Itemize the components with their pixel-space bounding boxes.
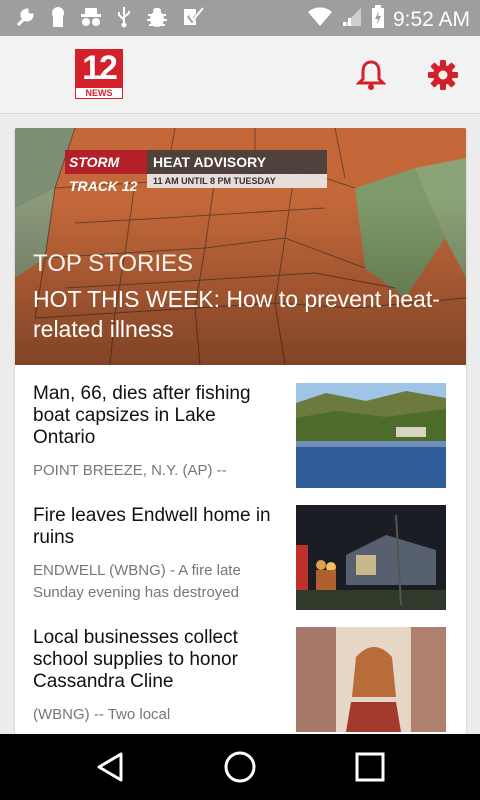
story-thumbnail[interactable] [296, 383, 446, 488]
story-thumbnail[interactable] [296, 505, 446, 610]
story-title[interactable]: Fire leaves Endwell home in ruins [33, 505, 283, 549]
home-icon[interactable] [200, 734, 280, 800]
wifi-icon [307, 6, 333, 33]
wrench-icon [14, 6, 36, 28]
checkbox-icon [182, 6, 204, 28]
incognito-icon [80, 6, 102, 28]
gear-icon[interactable] [427, 59, 459, 96]
back-icon[interactable] [70, 734, 150, 800]
news-feed[interactable]: STORM TRACK 12 HEAT ADVISORY 11 AM UNTIL… [15, 128, 466, 734]
logo-word: NEWS [75, 87, 123, 99]
advisory-title: HEAT ADVISORY [147, 150, 327, 174]
system-status: 9:52 AM [307, 5, 470, 34]
story-item[interactable]: Man, 66, dies after fishing boat capsize… [15, 383, 466, 505]
battery-icon [371, 5, 385, 34]
bug-icon [146, 6, 168, 28]
signal-icon [341, 6, 363, 33]
story-title[interactable]: Man, 66, dies after fishing boat capsize… [33, 383, 283, 449]
story-summary: (WBNG) -- Two local [33, 706, 171, 723]
clock: 9:52 AM [392, 7, 470, 31]
logo-number: 12 [75, 49, 123, 87]
hero-headline[interactable]: HOT THIS WEEK: How to prevent heat-relat… [33, 284, 453, 344]
navigation-bar [0, 734, 480, 800]
story-item[interactable]: Local businesses collect school supplies… [15, 627, 466, 734]
recents-icon[interactable] [330, 734, 410, 800]
app-bar: 12 NEWS [0, 36, 480, 114]
notification-icons [14, 6, 204, 28]
heat-advisory-banner: STORM TRACK 12 HEAT ADVISORY 11 AM UNTIL… [65, 150, 327, 194]
story-thumbnail[interactable] [296, 627, 446, 732]
story-summary: POINT BREEZE, N.Y. (AP) -- [33, 462, 227, 479]
story-item[interactable]: Fire leaves Endwell home in ruins ENDWEL… [15, 505, 466, 627]
usb-icon [116, 6, 132, 28]
top-story-hero[interactable]: STORM TRACK 12 HEAT ADVISORY 11 AM UNTIL… [15, 128, 466, 365]
keyhole-icon [50, 6, 66, 28]
status-bar: 9:52 AM [0, 0, 480, 36]
bell-icon[interactable] [355, 59, 387, 96]
story-title[interactable]: Local businesses collect school supplies… [33, 627, 283, 693]
storm-track-tag: STORM TRACK 12 [65, 150, 147, 194]
story-summary: ENDWELL (WBNG) - A fire late Sunday even… [33, 562, 241, 601]
station-logo[interactable]: 12 NEWS [75, 49, 123, 99]
advisory-time: 11 AM UNTIL 8 PM TUESDAY [147, 174, 327, 188]
section-label: TOP STORIES [33, 250, 194, 277]
